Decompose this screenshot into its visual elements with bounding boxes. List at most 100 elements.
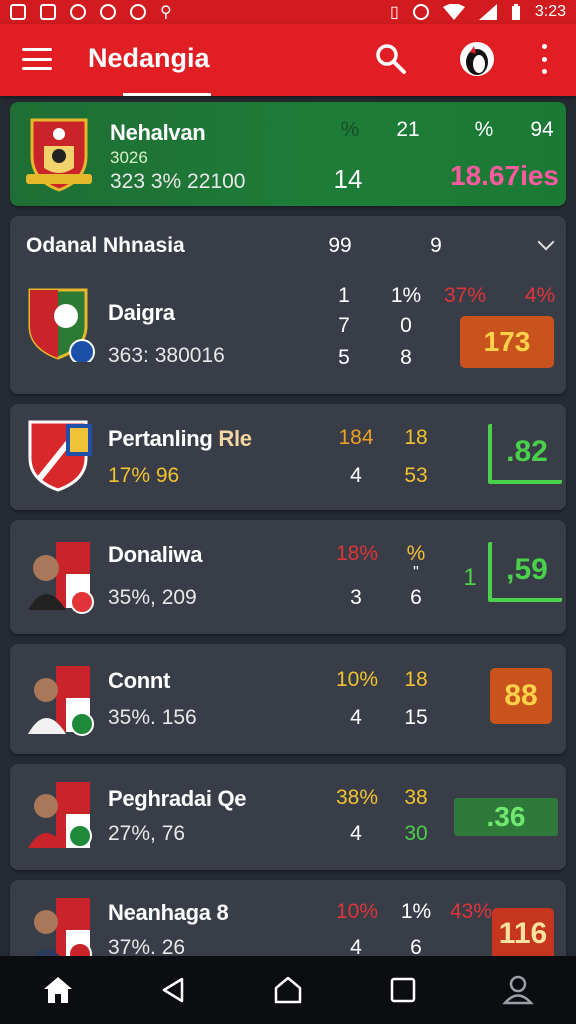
stat-r1c4: 4% bbox=[524, 284, 556, 307]
team-name: Peghradai Qe bbox=[108, 786, 247, 811]
penguin-icon bbox=[466, 46, 488, 75]
stat-bot1: 4 bbox=[350, 822, 362, 845]
featured-c3: % bbox=[474, 118, 494, 141]
stat-extra: 1 bbox=[463, 564, 477, 591]
stat-top2: % bbox=[406, 542, 426, 565]
score-badge[interactable]: 88 bbox=[490, 668, 552, 724]
stat-r2c2: 0 bbox=[400, 314, 412, 337]
person-icon bbox=[502, 975, 535, 1005]
stat-bot1: 3 bbox=[350, 586, 362, 609]
group-header-1: 99 bbox=[328, 234, 352, 257]
match-card[interactable]: Peghradai Qe 27%, 76 38% 38 4 30 .36 bbox=[10, 764, 566, 870]
team-crest-icon bbox=[28, 288, 95, 362]
value-indicator[interactable]: .36 bbox=[454, 798, 558, 836]
profile-tab[interactable] bbox=[498, 970, 538, 1010]
team-subline: 37%. 26 bbox=[108, 936, 186, 956]
battery-icon bbox=[511, 4, 520, 20]
team-name-suffix: Rle bbox=[218, 426, 252, 451]
featured-line1: 3026 bbox=[110, 148, 148, 167]
stat-bot1: 4 bbox=[350, 464, 362, 487]
team-subline: 17% 96 bbox=[108, 464, 180, 487]
home-button[interactable] bbox=[268, 970, 308, 1010]
group-title: Odanal Nhnasia bbox=[26, 234, 185, 257]
profile-avatar[interactable] bbox=[460, 42, 494, 76]
app-title: Nedangia bbox=[88, 43, 210, 73]
team-crest-icon bbox=[28, 420, 92, 492]
score-badge[interactable]: 173 bbox=[460, 316, 554, 368]
menu-icon-line bbox=[22, 48, 52, 51]
sync-icon bbox=[70, 4, 86, 20]
stat-r1c1: 1 bbox=[338, 284, 350, 307]
team-name-main: Pertanling bbox=[108, 426, 213, 451]
player-crest-icon bbox=[33, 898, 92, 956]
stat-bot2: 6 bbox=[410, 936, 422, 956]
stat-top1: 184 bbox=[338, 426, 374, 449]
back-button[interactable] bbox=[153, 970, 193, 1010]
stat-bot1: 4 bbox=[350, 706, 362, 729]
stat-top2: 18 bbox=[404, 426, 428, 449]
more-dot bbox=[541, 56, 547, 62]
location-icon bbox=[100, 4, 116, 20]
team-subline: 35%, 209 bbox=[108, 586, 197, 609]
recents-icon bbox=[390, 977, 416, 1003]
stat-top1: 10% bbox=[336, 668, 379, 691]
stat-top2: 18 bbox=[404, 668, 428, 691]
featured-c1: % bbox=[340, 118, 360, 141]
match-card[interactable]: Pertanling Rle 17% 96 184 18 4 53 .82 bbox=[10, 404, 566, 510]
status-bar: ⚲ ▯ 3:23 bbox=[0, 0, 576, 24]
featured-mid: 14 bbox=[333, 164, 363, 194]
stat-top3: 43% bbox=[450, 900, 493, 923]
featured-c4: 94 bbox=[530, 118, 554, 141]
featured-team-name: Nehalvan bbox=[110, 120, 206, 145]
app-bar: Nedangia bbox=[0, 24, 576, 96]
group-card[interactable]: Odanal Nhnasia 99 9 Daigra 363: 380016 1… bbox=[10, 216, 566, 394]
home-outline-icon bbox=[274, 976, 302, 1004]
gallery-notification-icon bbox=[40, 4, 56, 20]
player-crest-icon bbox=[28, 542, 94, 614]
home-tab[interactable] bbox=[38, 970, 78, 1010]
stat-top1: 38% bbox=[336, 786, 379, 809]
stat-r3c2: 8 bbox=[400, 346, 412, 369]
team-name: Neanhaga 8 bbox=[108, 900, 229, 925]
team-name: Pertanling Rle bbox=[108, 426, 252, 452]
more-dot bbox=[541, 44, 547, 49]
team-crest-icon bbox=[26, 118, 92, 192]
recents-button[interactable] bbox=[383, 970, 423, 1010]
stat-bot2: 53 bbox=[404, 464, 428, 487]
menu-button[interactable] bbox=[22, 44, 52, 74]
score-badge[interactable]: 116 bbox=[492, 908, 554, 956]
group-header-2: 9 bbox=[430, 234, 442, 257]
featured-c2: 21 bbox=[396, 118, 420, 141]
team-subline: 363: 380016 bbox=[108, 344, 225, 367]
stat-bot1: 4 bbox=[350, 936, 362, 956]
chevron-down-icon[interactable] bbox=[537, 233, 555, 251]
match-list[interactable]: Nehalvan 3026 323 3% 22100 % 21 % 94 14 … bbox=[0, 96, 576, 956]
menu-icon-line bbox=[22, 67, 52, 70]
match-card[interactable]: Donaliwa 35%, 209 18% % " 3 6 1 ,59 bbox=[10, 520, 566, 634]
match-card[interactable]: Neanhaga 8 37%. 26 10% 1% 43% 4 6 116 bbox=[10, 880, 566, 956]
featured-value: 18.67ies bbox=[450, 160, 559, 191]
value-indicator[interactable]: ,59 bbox=[488, 542, 562, 602]
player-crest-icon bbox=[28, 782, 92, 848]
chat-icon bbox=[130, 4, 146, 20]
search-icon[interactable] bbox=[374, 42, 408, 76]
match-card[interactable]: Connt 35%. 156 10% 18 4 15 88 bbox=[10, 644, 566, 754]
home-icon bbox=[43, 977, 72, 1003]
stat-r1c2: 1% bbox=[390, 284, 422, 307]
stat-r3c1: 5 bbox=[338, 346, 350, 369]
stat-bot2: 6 bbox=[410, 586, 422, 609]
image-notification-icon bbox=[10, 4, 26, 20]
alarm-icon bbox=[412, 4, 429, 20]
player-crest-icon bbox=[28, 666, 94, 736]
bottom-navigation bbox=[0, 956, 576, 1024]
menu-icon-line bbox=[22, 57, 52, 61]
featured-line2: 323 3% 22100 bbox=[110, 170, 246, 193]
value-indicator[interactable]: .82 bbox=[488, 424, 562, 484]
more-options-button[interactable] bbox=[536, 44, 552, 74]
team-name: Donaliwa bbox=[108, 542, 203, 567]
featured-match-card[interactable]: Nehalvan 3026 323 3% 22100 % 21 % 94 14 … bbox=[10, 102, 566, 206]
stat-top1: 18% bbox=[336, 542, 379, 565]
more-dot bbox=[541, 69, 547, 74]
stat-top2: 38 bbox=[404, 786, 428, 809]
stat-mid2: " bbox=[413, 564, 419, 581]
